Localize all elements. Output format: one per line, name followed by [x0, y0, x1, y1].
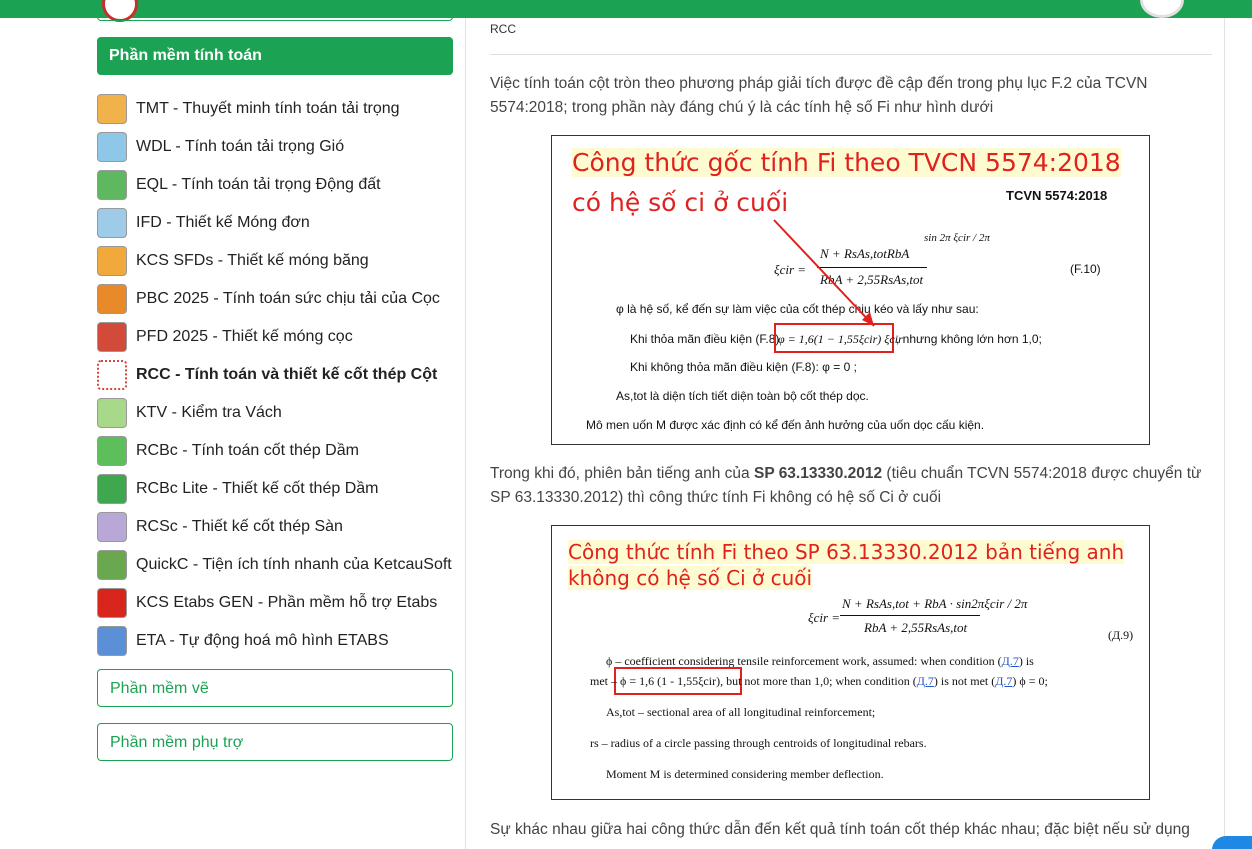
sidebar-item-label: KCS Etabs GEN - Phần mềm hỗ trợ Etabs: [136, 594, 438, 611]
sidebar-item-label: PFD 2025 - Thiết kế móng cọc: [136, 328, 353, 345]
sidebar-item[interactable]: RCSc - Thiết kế cốt thép Sàn: [97, 508, 453, 546]
sidebar-item[interactable]: PBC 2025 - Tính toán sức chịu tải của Cọ…: [97, 280, 453, 318]
equation2-lhs: ξcir =: [808, 610, 841, 625]
sidebar-item[interactable]: RCBc - Tính toán cốt thép Dầm: [97, 432, 453, 470]
ktv-app-icon: [97, 398, 127, 428]
tmt-app-icon: [97, 94, 127, 124]
sidebar-item-label: PBC 2025 - Tính toán sức chịu tải của Cọ…: [136, 290, 440, 307]
sidebar-item-label: IFD - Thiết kế Móng đơn: [136, 214, 310, 231]
condition-link[interactable]: Д.7: [917, 674, 934, 688]
figure-tcvn-formula: Công thức gốc tính Fi theo TVCN 5574:201…: [551, 135, 1150, 445]
column-divider-right: [1224, 18, 1225, 849]
sidebar-item-label: QuickC - Tiện ích tính nhanh của KetcauS…: [136, 556, 452, 573]
sidebar-item-label: KTV - Kiểm tra Vách: [136, 404, 282, 421]
sidebar-group-support-software[interactable]: Phần mềm phụ trợ: [97, 723, 453, 761]
equation2-denominator: RbA + 2,55RsAs,tot: [864, 620, 968, 635]
pbc-app-icon: [97, 284, 127, 314]
sidebar-item-label: WDL - Tính toán tải trọng Gió: [136, 138, 345, 155]
ifd-app-icon: [97, 208, 127, 238]
sidebar-item-label: ETA - Tự động hoá mô hình ETABS: [136, 632, 389, 649]
figure2-line-as: As,tot – sectional area of all longitudi…: [606, 705, 876, 719]
chat-button[interactable]: [1212, 836, 1252, 849]
sidebar-item[interactable]: PFD 2025 - Thiết kế móng cọc: [97, 318, 453, 356]
sidebar-item-label: RCBc Lite - Thiết kế cốt thép Dầm: [136, 480, 379, 497]
sidebar-item[interactable]: ETA - Tự động hoá mô hình ETABS: [97, 622, 453, 660]
sidebar-group-drawing-software[interactable]: Phần mềm vẽ: [97, 669, 453, 707]
sidebar-item[interactable]: KTV - Kiểm tra Vách: [97, 394, 453, 432]
sidebar-item-label: KCS SFDs - Thiết kế móng băng: [136, 252, 369, 269]
sidebar-item[interactable]: WDL - Tính toán tải trọng Gió: [97, 128, 453, 166]
breadcrumb[interactable]: RCC: [490, 22, 516, 36]
rcsc-app-icon: [97, 512, 127, 542]
user-avatar[interactable]: [1140, 0, 1184, 18]
sidebar-item[interactable]: IFD - Thiết kế Móng đơn: [97, 204, 453, 242]
condition-link[interactable]: Д.7: [995, 674, 1012, 688]
sidebar-previous-group[interactable]: [97, 0, 453, 21]
rcc-app-icon: [97, 360, 127, 390]
figure2-title-line2: không có hệ số Ci ở cuối: [568, 566, 813, 590]
sidebar-item-label: TMT - Thuyết minh tính toán tải trọng: [136, 100, 400, 117]
sidebar-item[interactable]: RCBc Lite - Thiết kế cốt thép Dầm: [97, 470, 453, 508]
figure2-line-moment: Moment M is determined considering membe…: [606, 767, 884, 781]
sidebar-item-label: RCSc - Thiết kế cốt thép Sàn: [136, 518, 343, 535]
sidebar-item[interactable]: QuickC - Tiện ích tính nhanh của KetcauS…: [97, 546, 453, 584]
rcbc-app-icon: [97, 436, 127, 466]
figure2-line-rs: rs – radius of a circle passing through …: [590, 736, 927, 750]
rcbc-lite-app-icon: [97, 474, 127, 504]
figure-sp-formula: Công thức tính Fi theo SP 63.13330.2012 …: [551, 525, 1150, 800]
sidebar-item[interactable]: EQL - Tính toán tải trọng Động đất: [97, 166, 453, 204]
sidebar-item[interactable]: KCS SFDs - Thiết kế móng băng: [97, 242, 453, 280]
sidebar-item[interactable]: TMT - Thuyết minh tính toán tải trọng: [97, 90, 453, 128]
eql-app-icon: [97, 170, 127, 200]
quickc-app-icon: [97, 550, 127, 580]
sidebar-item[interactable]: RCC - Tính toán và thiết kế cốt thép Cột: [97, 356, 453, 394]
fraction-bar-2: [840, 615, 980, 616]
equation2-number: (Д.9): [1108, 628, 1134, 642]
red-arrow-icon: [773, 219, 875, 327]
sidebar-item[interactable]: KCS Etabs GEN - Phần mềm hỗ trợ Etabs: [97, 584, 453, 622]
article-paragraph-2: Trong khi đó, phiên bản tiếng anh của SP…: [490, 465, 1202, 506]
sidebar-item-label: RCBc - Tính toán cốt thép Dầm: [136, 442, 359, 459]
article-paragraph-3: Sự khác nhau giữa hai công thức dẫn đến …: [490, 821, 1190, 838]
eta-app-icon: [97, 626, 127, 656]
pfd-app-icon: [97, 322, 127, 352]
sidebar-item-label: RCC - Tính toán và thiết kế cốt thép Cột: [136, 366, 438, 383]
condition-link[interactable]: Д.7: [1002, 654, 1019, 668]
divider: [490, 54, 1212, 55]
set-app-icon: [97, 588, 127, 618]
article-paragraph-1: Việc tính toán cột tròn theo phương pháp…: [490, 75, 1148, 116]
sidebar-software-list: TMT - Thuyết minh tính toán tải trọng WDL…: [97, 90, 453, 660]
sidebar-item-label: EQL - Tính toán tải trọng Động đất: [136, 176, 381, 193]
equation2-numerator: N + RsAs,tot + RbA · sin2πξcir / 2π: [842, 596, 1028, 611]
sidebar-group-calc-software[interactable]: Phần mềm tính toán: [97, 37, 453, 75]
figure2-line-met: met – ϕ = 1,6 (1 - 1,55ξcir), but not mo…: [590, 674, 1048, 688]
kcs-sfds-app-icon: [97, 246, 127, 276]
figure2-title-line1: Công thức tính Fi theo SP 63.13330.2012 …: [568, 540, 1125, 564]
wdl-app-icon: [97, 132, 127, 162]
column-divider: [465, 18, 466, 849]
